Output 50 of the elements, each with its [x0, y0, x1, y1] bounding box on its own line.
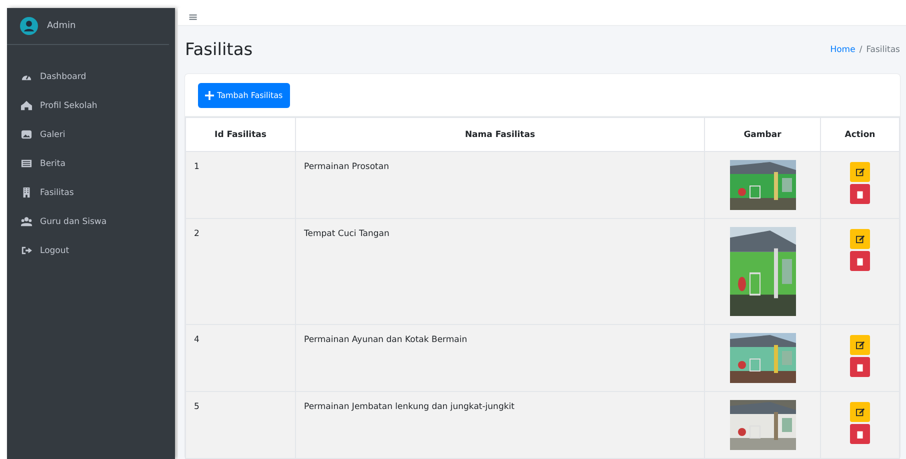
sidebar-item[interactable]: Berita [7, 149, 175, 178]
sidebar-item[interactable]: Logout [7, 236, 175, 265]
edit-button[interactable] [850, 335, 870, 355]
column-header: Gambar [704, 118, 820, 152]
building-icon [21, 187, 32, 198]
breadcrumb-text: / [859, 45, 862, 55]
trash-icon [856, 362, 864, 372]
table-cell: 1 [186, 152, 296, 218]
breadcrumb-link[interactable]: Home [830, 45, 856, 55]
trash-icon [856, 190, 864, 198]
column-header: Nama Fasilitas [296, 118, 704, 152]
delete-button[interactable] [850, 184, 870, 204]
edit-button[interactable] [850, 402, 870, 422]
edit-icon [856, 168, 864, 176]
sidebar-item[interactable]: Guru dan Siswa [7, 207, 175, 236]
breadcrumb-text: Fasilitas [866, 45, 900, 55]
table-cell: Permainan Jembatan lenkung dan jungkat-jungkit [296, 392, 704, 458]
newspaper-icon [21, 158, 32, 169]
users-icon [21, 216, 32, 227]
column-header: Action [820, 118, 900, 152]
logout-icon [21, 245, 32, 256]
page-title: Fasilitas [185, 40, 253, 60]
delete-button[interactable] [850, 357, 870, 377]
table-cell: 4 [186, 324, 296, 392]
edit-icon [856, 340, 864, 350]
edit-button[interactable] [850, 229, 870, 249]
user-name: Admin [47, 21, 76, 31]
table-cell: 5 [186, 392, 296, 458]
image-icon [21, 129, 32, 140]
user-avatar-icon [20, 17, 38, 35]
sidebar-item[interactable]: Galeri [7, 120, 175, 149]
delete-button[interactable] [850, 424, 870, 444]
trash-icon [856, 256, 864, 266]
delete-button[interactable] [850, 251, 870, 271]
table-cell: Tempat Cuci Tangan [296, 218, 704, 324]
table-cell: 2 [186, 218, 296, 324]
edit-button[interactable] [850, 162, 870, 182]
edit-icon [856, 408, 864, 416]
sidebar-item[interactable]: Profil Sekolah [7, 91, 175, 120]
table-cell: Permainan Prosotan [296, 152, 704, 218]
sidebar-item[interactable]: Dashboard [7, 62, 175, 91]
add-facility-button[interactable]: Tambah Fasilitas [198, 83, 290, 108]
plus-icon [205, 91, 214, 100]
edit-icon [856, 234, 864, 244]
column-header: Id Fasilitas [186, 118, 296, 152]
table-cell: Permainan Ayunan dan Kotak Bermain [296, 324, 704, 392]
sidebar-item[interactable]: Fasilitas [7, 178, 175, 207]
trash-icon [856, 430, 864, 438]
school-icon [21, 100, 32, 111]
menu-button[interactable]: ≡ [188, 10, 198, 24]
